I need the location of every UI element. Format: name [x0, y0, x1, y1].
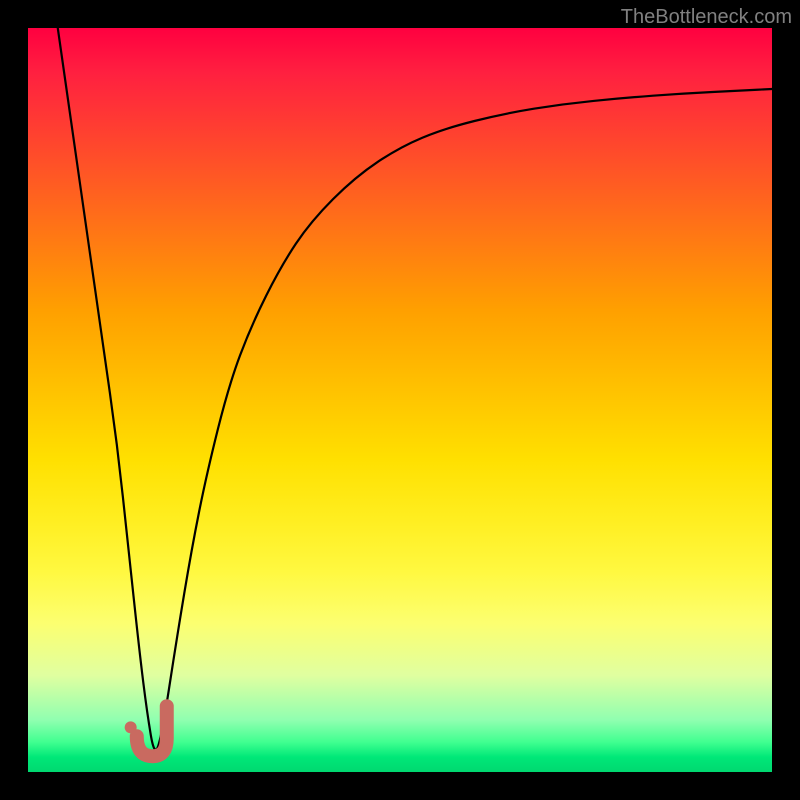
bottleneck-curve [58, 28, 772, 750]
optimal-marker [125, 706, 167, 756]
watermark-text: TheBottleneck.com [621, 6, 792, 29]
bottleneck-chart [28, 28, 772, 772]
